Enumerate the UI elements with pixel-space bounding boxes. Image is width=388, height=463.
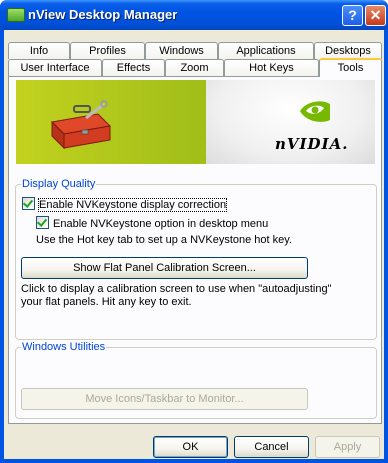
windows-utilities-label: Windows Utilities bbox=[21, 341, 107, 353]
tab-user-interface[interactable]: User Interface bbox=[8, 59, 102, 76]
tab-profiles[interactable]: Profiles bbox=[70, 42, 145, 59]
dialog-client: Info Profiles Windows Applications Deskt… bbox=[4, 30, 384, 459]
calibration-desc-line-2: your flat panels. Hit any key to exit. bbox=[21, 296, 192, 308]
show-calibration-button[interactable]: Show Flat Panel Calibration Screen... bbox=[21, 257, 308, 279]
check-mark-icon bbox=[22, 197, 34, 208]
tab-zoom[interactable]: Zoom bbox=[165, 59, 224, 76]
checkbox-box[interactable] bbox=[22, 197, 35, 210]
calibration-desc-line-1: Click to display a calibration screen to… bbox=[21, 283, 332, 295]
window-title: nView Desktop Manager bbox=[28, 7, 178, 22]
tab-row-top: Info Profiles Windows Applications Deskt… bbox=[4, 42, 384, 59]
windows-utilities-group: Windows Utilities Move Icons/Taskbar to … bbox=[15, 341, 377, 419]
tools-tab-panel: nVIDIA. Display Quality Enable NVKeyston… bbox=[8, 76, 382, 424]
checkbox-box[interactable] bbox=[36, 216, 49, 229]
title-bar[interactable]: nView Desktop Manager ? ✕ bbox=[0, 0, 388, 30]
hotkey-hint-text: Use the Hot key tab to set up a NVKeysto… bbox=[36, 234, 292, 246]
move-icons-taskbar-button[interactable]: Move Icons/Taskbar to Monitor... bbox=[21, 388, 308, 410]
apply-button[interactable]: Apply bbox=[315, 436, 380, 458]
nview-app-icon bbox=[7, 8, 25, 22]
nvidia-banner: nVIDIA. bbox=[16, 80, 375, 164]
close-button[interactable]: ✕ bbox=[365, 5, 386, 26]
nvidia-eye-icon bbox=[300, 101, 330, 122]
nvidia-brand-text: nVIDIA. bbox=[275, 135, 349, 153]
tab-desktops[interactable]: Desktops bbox=[314, 42, 382, 59]
cancel-button[interactable]: Cancel bbox=[234, 436, 309, 458]
enable-menu-option-checkbox[interactable]: Enable NVKeystone option in desktop menu bbox=[36, 216, 268, 230]
tab-hot-keys[interactable]: Hot Keys bbox=[224, 59, 319, 76]
ok-button[interactable]: OK bbox=[153, 436, 228, 458]
tab-info[interactable]: Info bbox=[8, 42, 70, 59]
tab-windows[interactable]: Windows bbox=[145, 42, 218, 59]
enable-keystone-checkbox[interactable]: Enable NVKeystone display correction bbox=[22, 197, 228, 212]
dialog-window: nView Desktop Manager ? ✕ Info Profiles … bbox=[0, 0, 388, 463]
toolbox-icon bbox=[50, 100, 112, 150]
tab-effects[interactable]: Effects bbox=[102, 59, 165, 76]
help-button[interactable]: ? bbox=[342, 5, 363, 26]
tab-row-bottom: User Interface Effects Zoom Hot Keys Too… bbox=[4, 58, 384, 77]
enable-menu-option-label: Enable NVKeystone option in desktop menu bbox=[53, 218, 269, 230]
display-quality-label: Display Quality bbox=[21, 178, 97, 190]
tab-tools[interactable]: Tools bbox=[319, 58, 382, 77]
display-quality-group: Display Quality Enable NVKeystone displa… bbox=[15, 178, 377, 340]
tab-applications[interactable]: Applications bbox=[218, 42, 314, 59]
check-mark-icon bbox=[36, 216, 48, 227]
enable-keystone-label: Enable NVKeystone display correction bbox=[37, 198, 228, 212]
